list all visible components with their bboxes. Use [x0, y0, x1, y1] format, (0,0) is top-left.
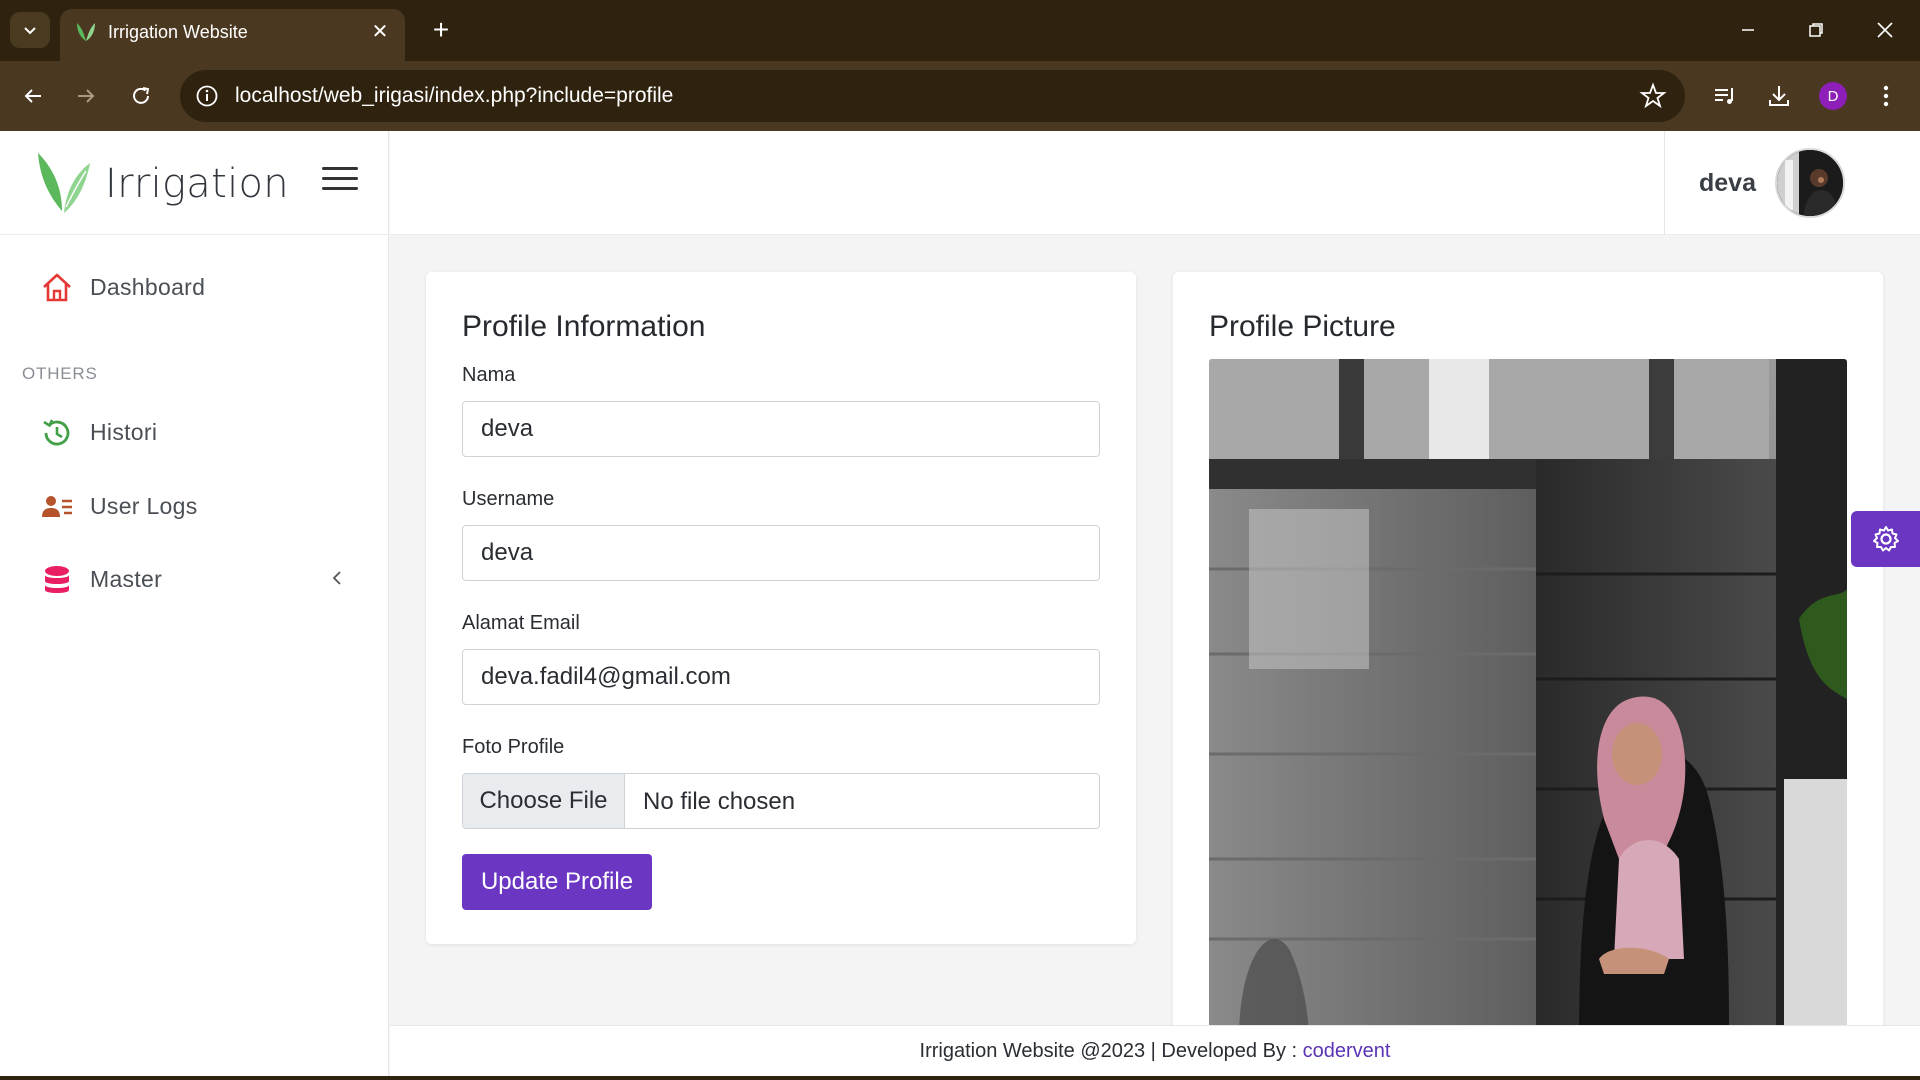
user-menu[interactable]: deva: [1664, 131, 1920, 235]
avatar[interactable]: [1775, 148, 1845, 218]
chevron-left-icon: [332, 571, 341, 585]
home-icon: [43, 273, 71, 302]
foto-profile-label: Foto Profile: [462, 736, 565, 758]
sidebar-item-master[interactable]: Master: [0, 551, 389, 607]
chevron-down-icon: [24, 27, 36, 35]
nama-label: Nama: [462, 364, 516, 386]
browser-toolbar: localhost/web_irigasi/index.php?include=…: [0, 61, 1920, 131]
file-input[interactable]: Choose File No file chosen: [462, 773, 1100, 829]
browser-tab[interactable]: Irrigation Website ✕: [60, 9, 405, 61]
leaf-logo-icon: [38, 153, 90, 213]
minimize-icon: [1742, 29, 1754, 31]
update-profile-button[interactable]: Update Profile: [462, 854, 652, 910]
settings-button[interactable]: [1851, 511, 1920, 567]
media-queue-icon: [1715, 88, 1733, 104]
window-close-button[interactable]: [1857, 10, 1913, 50]
card-title: Profile Information: [462, 310, 706, 343]
window-bottom-edge: [0, 1076, 1920, 1080]
sidebar-item-label: Histori: [90, 419, 158, 445]
page: Irrigation Dashboard OTHERS Histori User…: [0, 131, 1920, 1080]
profile-information-card: Profile Information Nama deva Username d…: [426, 272, 1136, 944]
email-input[interactable]: deva.fadil4@gmail.com: [462, 649, 1100, 705]
user-list-icon: [42, 496, 72, 517]
star-icon[interactable]: [1639, 82, 1667, 110]
sidebar-section-header: OTHERS: [22, 364, 98, 383]
reload-button[interactable]: [123, 78, 159, 114]
profile-photo: [1209, 359, 1847, 1039]
footer-text: Irrigation Website @2023 | Developed By …: [919, 1040, 1303, 1062]
user-name: deva: [1699, 169, 1756, 197]
choose-file-button[interactable]: Choose File: [463, 774, 625, 828]
brand: Irrigation: [0, 131, 389, 235]
download-button[interactable]: [1761, 78, 1797, 114]
footer-developer-link[interactable]: codervent: [1303, 1040, 1391, 1062]
restore-button[interactable]: [1788, 10, 1844, 50]
browser-tab-bar: Irrigation Website ✕ +: [0, 0, 1920, 61]
leaf-favicon-icon: [77, 23, 95, 41]
restore-icon: [1809, 23, 1823, 37]
profile-button[interactable]: D: [1815, 78, 1851, 114]
card-title: Profile Picture: [1209, 310, 1396, 343]
hamburger-icon: [322, 167, 358, 170]
brand-name: Irrigation: [105, 161, 289, 207]
reload-icon: [133, 87, 150, 104]
info-icon[interactable]: [194, 83, 220, 109]
media-button[interactable]: [1707, 78, 1743, 114]
forward-button[interactable]: [68, 78, 104, 114]
menu-toggle-button[interactable]: [322, 167, 358, 197]
footer: Irrigation Website @2023 | Developed By …: [390, 1025, 1920, 1080]
gear-icon: [1872, 526, 1899, 552]
minimize-button[interactable]: [1720, 10, 1776, 50]
sidebar-item-dashboard[interactable]: Dashboard: [0, 259, 389, 315]
username-input[interactable]: deva: [462, 525, 1100, 581]
back-arrow-icon: [24, 89, 41, 103]
close-icon[interactable]: ✕: [367, 18, 393, 44]
address-url[interactable]: localhost/web_irigasi/index.php?include=…: [235, 84, 673, 108]
sidebar-item-user-logs[interactable]: User Logs: [0, 478, 389, 534]
address-bar[interactable]: localhost/web_irigasi/index.php?include=…: [180, 70, 1685, 122]
file-status: No file chosen: [643, 788, 796, 815]
top-header: deva: [390, 131, 1920, 235]
database-icon: [45, 566, 69, 593]
avatar-photo: [1777, 150, 1843, 216]
back-button[interactable]: [15, 78, 51, 114]
sidebar-item-label: User Logs: [90, 493, 198, 519]
browser-menu-button[interactable]: [1868, 78, 1904, 114]
sidebar-item-label: Master: [90, 566, 163, 592]
profile-photo-image: [1209, 359, 1847, 1039]
tab-list-button[interactable]: [10, 12, 50, 48]
tab-title: Irrigation Website: [108, 22, 248, 42]
forward-arrow-icon: [78, 89, 95, 103]
nama-input[interactable]: deva: [462, 401, 1100, 457]
profile-picture-card: Profile Picture: [1173, 272, 1883, 1039]
profile-avatar: D: [1819, 82, 1847, 110]
sidebar-item-histori[interactable]: Histori: [0, 404, 389, 460]
window-close-icon: [1877, 22, 1893, 38]
plus-icon[interactable]: +: [425, 14, 457, 46]
history-icon: [43, 419, 70, 446]
sidebar-item-label: Dashboard: [90, 274, 206, 300]
download-icon: [1769, 86, 1789, 106]
sidebar: Irrigation Dashboard OTHERS Histori User…: [0, 131, 389, 1080]
username-label: Username: [462, 488, 555, 510]
email-label: Alamat Email: [462, 612, 580, 634]
kebab-menu-icon: [1883, 85, 1889, 107]
